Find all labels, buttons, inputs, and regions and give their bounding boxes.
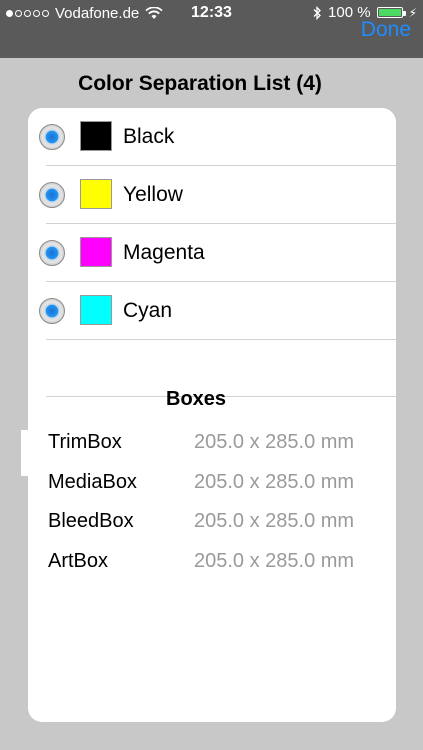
box-row-trimbox: TrimBox 205.0 x 285.0 mm — [28, 431, 396, 471]
box-name: TrimBox — [48, 431, 122, 453]
box-name: ArtBox — [48, 550, 109, 572]
status-bar: Vodafone.de 12:33 100 % ⚡ Done — [0, 0, 423, 58]
separation-label: Magenta — [123, 241, 205, 264]
separation-label: Cyan — [123, 299, 173, 322]
page-title: Color Separation List (4) — [78, 72, 322, 95]
box-name: MediaBox — [48, 471, 137, 493]
color-swatch — [80, 121, 112, 151]
radio-icon[interactable] — [39, 182, 65, 208]
divider — [46, 339, 396, 340]
box-value: 205.0 x 285.0 mm — [194, 510, 355, 532]
separation-label: Yellow — [123, 183, 183, 206]
box-name: BleedBox — [48, 510, 134, 532]
box-value: 205.0 x 285.0 mm — [194, 471, 355, 493]
radio-icon[interactable] — [39, 124, 65, 150]
done-button[interactable]: Done — [361, 18, 411, 42]
box-row-artbox: ArtBox 205.0 x 285.0 mm — [28, 550, 396, 590]
box-value: 205.0 x 285.0 mm — [194, 431, 355, 453]
bluetooth-icon — [313, 5, 321, 20]
separation-card: Black Yellow Magenta Cyan Boxes TrimBox … — [28, 108, 396, 722]
color-swatch — [80, 237, 112, 267]
separation-row-magenta[interactable]: Magenta — [28, 224, 396, 282]
radio-icon[interactable] — [39, 240, 65, 266]
separation-label: Black — [123, 125, 175, 148]
battery-icon — [376, 7, 406, 18]
boxes-heading: Boxes — [166, 388, 227, 410]
separation-row-black[interactable]: Black — [28, 108, 396, 166]
separation-row-yellow[interactable]: Yellow — [28, 166, 396, 224]
box-value: 205.0 x 285.0 mm — [194, 550, 355, 572]
box-row-mediabox: MediaBox 205.0 x 285.0 mm — [28, 471, 396, 511]
radio-icon[interactable] — [39, 298, 65, 324]
color-swatch — [80, 179, 112, 209]
separation-row-cyan[interactable]: Cyan — [28, 282, 396, 340]
color-swatch — [80, 295, 112, 325]
box-row-bleedbox: BleedBox 205.0 x 285.0 mm — [28, 510, 396, 550]
